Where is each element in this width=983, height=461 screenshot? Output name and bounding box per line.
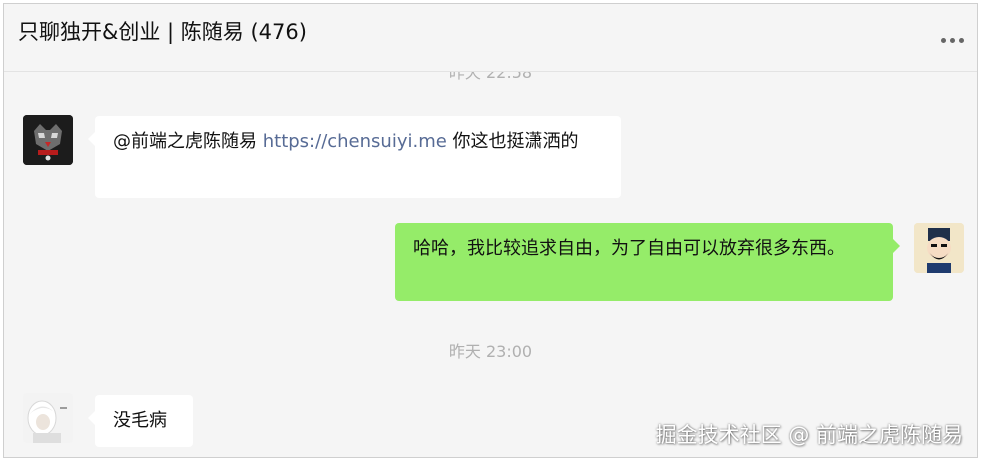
mention[interactable]: @前端之虎陈随易	[113, 131, 257, 152]
message-bubble-self[interactable]: 哈哈，我比较追求自由，为了自由可以放弃很多东西。	[395, 223, 900, 301]
chat-header: 只聊独开&创业 | 陈随易 (476)	[4, 4, 977, 72]
timestamp: 昨天 22:58	[448, 72, 533, 82]
dot	[941, 38, 946, 43]
message-link[interactable]: https://chensuiyi.me	[263, 131, 447, 152]
chat-window: 只聊独开&创业 | 陈随易 (476) 昨天 22:58 @前端之虎陈随易 ht…	[3, 3, 978, 458]
white-hair-avatar-icon[interactable]	[23, 393, 73, 443]
watermark: 掘金技术社区 @ 前端之虎陈随易	[655, 423, 963, 447]
more-dots-icon[interactable]	[937, 34, 969, 46]
dot	[959, 38, 964, 43]
timestamp: 昨天 23:00	[448, 342, 533, 361]
chat-title: 只聊独开&创业 | 陈随易 (476)	[18, 20, 307, 44]
dot	[950, 38, 955, 43]
tiger-avatar-icon[interactable]	[23, 115, 73, 165]
cartoon-man-avatar-icon[interactable]	[914, 223, 964, 273]
message-text: 哈哈，我比较追求自由，为了自由可以放弃很多东西。	[413, 238, 845, 259]
message-list[interactable]: 昨天 22:58 @前端之虎陈随易 https://chensuiyi.me 你…	[4, 72, 977, 457]
message-bubble[interactable]: @前端之虎陈随易 https://chensuiyi.me 你这也挺潇洒的	[88, 116, 621, 198]
message-text: 没毛病	[113, 410, 167, 431]
message-bubble[interactable]: 没毛病	[88, 395, 193, 447]
message-text: 你这也挺潇洒的	[452, 131, 579, 152]
